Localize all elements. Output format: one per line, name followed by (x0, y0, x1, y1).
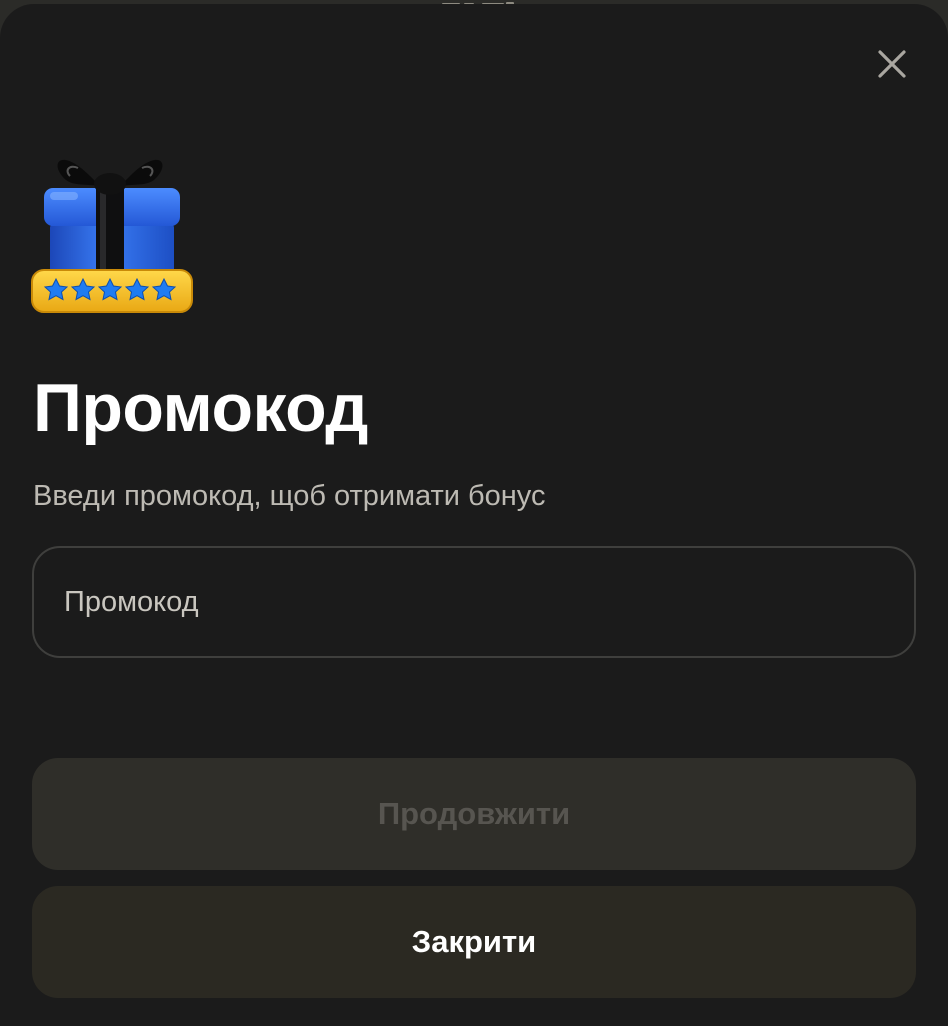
close-dialog-button[interactable] (870, 42, 914, 86)
gift-box-icon (31, 159, 193, 313)
close-button[interactable]: Закрити (32, 886, 916, 998)
promo-code-input[interactable] (32, 546, 916, 658)
continue-button[interactable]: Продовжити (32, 758, 916, 870)
dialog-subtitle: Введи промокод, щоб отримати бонус (33, 480, 546, 512)
close-icon (878, 50, 906, 78)
dialog-title: Промокод (33, 370, 368, 446)
promo-code-dialog: Промокод Введи промокод, щоб отримати бо… (0, 4, 948, 1026)
